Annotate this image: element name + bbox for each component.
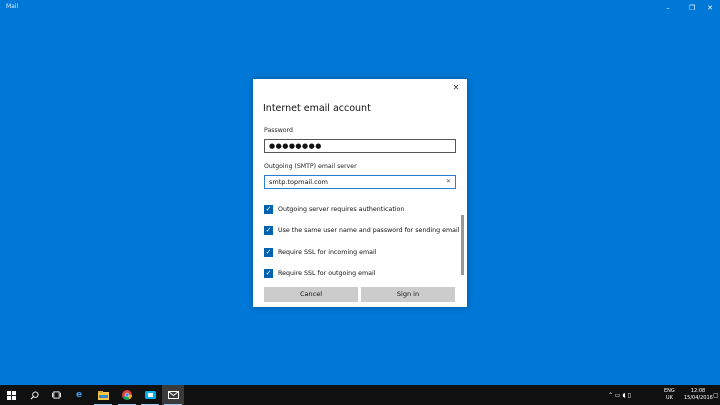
scrollbar-thumb[interactable] [461, 215, 464, 275]
region-code: UK [665, 395, 673, 401]
checkbox-label: Require SSL for incoming email [278, 248, 377, 256]
checkbox-outgoing-auth[interactable]: ✓ Outgoing server requires authenticatio… [264, 204, 404, 214]
smtp-server-label: Outgoing (SMTP) email server [264, 163, 357, 170]
checkbox-ssl-outgoing[interactable]: ✓ Require SSL for outgoing email [264, 268, 375, 278]
task-view-icon[interactable] [45, 385, 67, 405]
checkbox-checked-icon[interactable]: ✓ [264, 225, 273, 235]
checkbox-label: Outgoing server requires authentication [278, 205, 405, 213]
checkbox-checked-icon[interactable]: ✓ [264, 204, 273, 214]
search-icon[interactable] [23, 385, 45, 405]
password-field[interactable]: ●●●●●●●● [264, 139, 456, 153]
clock[interactable]: 12:08 15/04/2016 [684, 388, 713, 402]
internet-email-account-dialog: ✕ Internet email account Password ●●●●●●… [253, 79, 467, 307]
smtp-server-field[interactable]: smtp.topmail.com ✕ [264, 175, 456, 189]
dialog-title: Internet email account [263, 103, 371, 114]
checkbox-label: Use the same user name and password for … [278, 226, 460, 234]
file-explorer-icon[interactable] [92, 385, 114, 405]
cancel-button[interactable]: Cancel [264, 287, 358, 302]
minimize-button[interactable]: – [656, 0, 680, 16]
language-code: ENG [664, 388, 675, 394]
windows-icon[interactable] [0, 385, 22, 405]
edge-icon[interactable]: e [68, 385, 90, 405]
close-window-button[interactable]: ✕ [698, 0, 720, 16]
checkbox-checked-icon[interactable]: ✓ [264, 268, 273, 278]
chrome-icon[interactable] [116, 385, 138, 405]
language-indicator[interactable]: ENG UK [664, 388, 675, 402]
clock-date: 15/04/2016 [684, 395, 713, 401]
checkbox-same-credentials[interactable]: ✓ Use the same user name and password fo… [264, 225, 460, 235]
dialog-close-button[interactable]: ✕ [451, 82, 461, 94]
checkbox-ssl-incoming[interactable]: ✓ Require SSL for incoming email [264, 247, 377, 257]
password-label: Password [264, 127, 293, 134]
smtp-server-value: smtp.topmail.com [269, 178, 328, 186]
mail-icon[interactable] [162, 385, 184, 405]
system-tray-icons[interactable]: ⌃ ▭ ◖ ▯ [608, 385, 631, 405]
checkbox-checked-icon[interactable]: ✓ [264, 247, 273, 257]
checkbox-label: Require SSL for outgoing email [278, 269, 376, 277]
clock-time: 12:08 [690, 388, 706, 394]
app-title: Mail [6, 3, 19, 10]
sign-in-button[interactable]: Sign in [361, 287, 455, 302]
clear-icon[interactable]: ✕ [446, 176, 451, 188]
skype-icon[interactable] [139, 385, 161, 405]
notification-center-icon[interactable]: ▢ [713, 385, 720, 405]
dialog-scrollbar[interactable] [461, 115, 464, 275]
taskbar: e ⌃ ▭ ◖ ▯ ENG UK 12:08 15/04/2016 ▢ [0, 385, 720, 405]
title-bar: Mail – ❐ ✕ [0, 0, 720, 16]
